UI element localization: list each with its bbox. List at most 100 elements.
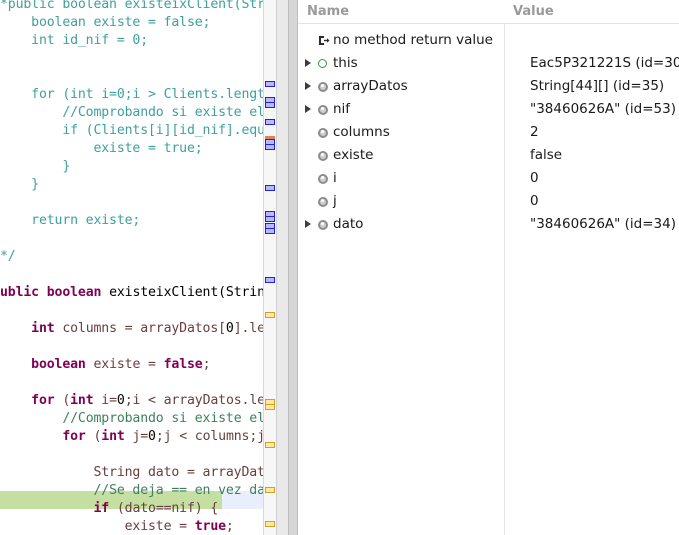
variable-value[interactable]: String[44][] (id=35) — [530, 75, 664, 98]
local-variable-icon — [318, 197, 328, 207]
code-line[interactable]: String dato = arrayDatos — [0, 464, 276, 482]
code-line[interactable]: existe = true; — [0, 518, 234, 535]
code-token: } — [0, 159, 71, 174]
code-token: existe = — [85, 357, 164, 372]
code-token: //Comprobando si existe el N — [0, 105, 276, 120]
local-variable-icon — [318, 174, 328, 184]
code-line[interactable]: for (int i=0;i < arrayDatos.leng — [0, 392, 276, 410]
column-header-name[interactable]: Name — [307, 0, 349, 23]
expand-arrow-icon[interactable] — [305, 220, 311, 228]
warning-marker[interactable] — [265, 399, 275, 410]
variable-name: dato — [333, 216, 364, 232]
step-return-icon — [318, 35, 330, 46]
variable-row[interactable]: existe false — [298, 144, 679, 167]
variable-name: no method return value — [333, 32, 493, 48]
code-token: existe = — [0, 519, 195, 534]
occurrence-marker[interactable] — [265, 223, 275, 234]
code-token: ;j < columns;j++ — [155, 429, 276, 444]
code-token: } — [0, 177, 39, 192]
code-line[interactable]: if (dato==nif) { — [0, 500, 218, 518]
code-line[interactable]: return existe; — [0, 212, 140, 230]
occurrence-marker[interactable] — [265, 97, 275, 108]
variable-name: arrayDatos — [333, 78, 408, 94]
occurrence-marker[interactable] — [265, 119, 275, 125]
code-line[interactable]: boolean existe = false; — [0, 14, 210, 32]
expand-arrow-icon[interactable] — [305, 105, 311, 113]
variable-row[interactable]: dato "38460626A" (id=34) — [298, 213, 679, 236]
variable-value[interactable]: "38460626A" (id=34) — [530, 213, 676, 236]
code-token: boolean — [46, 285, 102, 300]
occurrence-marker[interactable] — [265, 277, 275, 283]
code-surface[interactable]: *public boolean existeixClient(Stri bool… — [0, 0, 276, 535]
column-header-value[interactable]: Value — [513, 0, 554, 23]
code-line[interactable]: ublic boolean existeixClient(String — [0, 284, 273, 302]
variable-name: columns — [333, 124, 390, 140]
warning-marker[interactable] — [265, 312, 275, 318]
code-line[interactable]: int id_nif = 0; — [0, 32, 148, 50]
code-token: ; — [225, 519, 234, 534]
variable-row[interactable]: i0 — [298, 167, 679, 190]
local-variable-icon — [318, 128, 328, 138]
code-token: i= — [93, 393, 117, 408]
code-line[interactable]: //Comprobando si existe el N — [0, 104, 276, 122]
variable-row[interactable]: nif "38460626A" (id=53) — [298, 98, 679, 121]
code-line[interactable]: for (int i=0;i > Clients.length; — [0, 86, 276, 104]
pane-splitter[interactable] — [288, 0, 298, 535]
code-line[interactable]: boolean existe = false; — [0, 356, 210, 374]
variable-value[interactable]: 0 — [530, 167, 539, 190]
variable-row[interactable]: no method return value — [298, 29, 679, 52]
expand-arrow-icon[interactable] — [305, 59, 311, 67]
code-token: int — [31, 321, 55, 336]
code-token: //Se deja == en vez dato — [93, 483, 276, 498]
local-variable-icon — [318, 82, 328, 92]
code-line[interactable]: //Se deja == en vez dato — [0, 482, 276, 500]
code-token: int — [70, 393, 94, 408]
variable-value[interactable]: false — [530, 144, 562, 167]
code-line[interactable]: */ — [0, 248, 16, 266]
code-token: boolean — [31, 357, 86, 372]
code-line[interactable]: if (Clients[i][id_nif].equal — [0, 122, 276, 140]
code-token: */ — [0, 249, 16, 264]
variable-value[interactable]: 0 — [530, 190, 539, 213]
occurrence-marker[interactable] — [265, 139, 275, 150]
variable-row[interactable]: j0 — [298, 190, 679, 213]
warning-marker[interactable] — [265, 442, 275, 448]
code-token: false — [163, 357, 203, 372]
code-token: String dato = arrayDatos — [0, 465, 276, 480]
code-token: ;i < arrayDatos.leng — [124, 393, 276, 408]
variables-view[interactable]: Name Value no method return value this Eac… — [298, 0, 679, 535]
code-line[interactable]: for (int j=0;j < columns;j++ — [0, 428, 276, 446]
occurrence-marker[interactable] — [265, 81, 275, 87]
variables-header: Name Value — [298, 0, 679, 24]
code-line[interactable]: existe = true; — [0, 140, 202, 158]
code-token: 0 — [148, 429, 156, 444]
variable-name: i — [333, 170, 337, 186]
warning-marker[interactable] — [265, 487, 275, 493]
variables-tree[interactable]: no method return value this Eac5P321221S (… — [298, 24, 679, 535]
code-line[interactable]: int columns = arrayDatos[0].leng — [0, 320, 276, 338]
editor-vertical-scrollbar[interactable] — [276, 0, 288, 535]
variable-value[interactable]: 2 — [530, 121, 539, 144]
variable-row[interactable]: this Eac5P321221S (id=30) — [298, 52, 679, 75]
java-source-editor[interactable]: *public boolean existeixClient(Stri bool… — [0, 0, 288, 535]
code-token: ( — [85, 429, 102, 444]
code-line[interactable]: //Comprobando si existe el N — [0, 410, 276, 428]
occurrence-marker[interactable] — [265, 185, 275, 191]
code-line[interactable]: *public boolean existeixClient(Stri — [0, 0, 273, 14]
variable-value[interactable]: "38460626A" (id=53) — [530, 98, 676, 121]
code-line[interactable]: } — [0, 158, 70, 176]
code-token: j= — [124, 429, 149, 444]
expand-arrow-icon[interactable] — [305, 82, 311, 90]
overview-ruler[interactable] — [263, 0, 276, 535]
occurrence-marker[interactable] — [265, 211, 275, 222]
variable-row[interactable]: columns 2 — [298, 121, 679, 144]
warning-marker[interactable] — [265, 521, 275, 527]
code-line[interactable]: } — [0, 176, 39, 194]
variable-row[interactable]: arrayDatos String[44][] (id=35) — [298, 75, 679, 98]
variable-value[interactable]: Eac5P321221S (id=30) — [530, 52, 679, 75]
